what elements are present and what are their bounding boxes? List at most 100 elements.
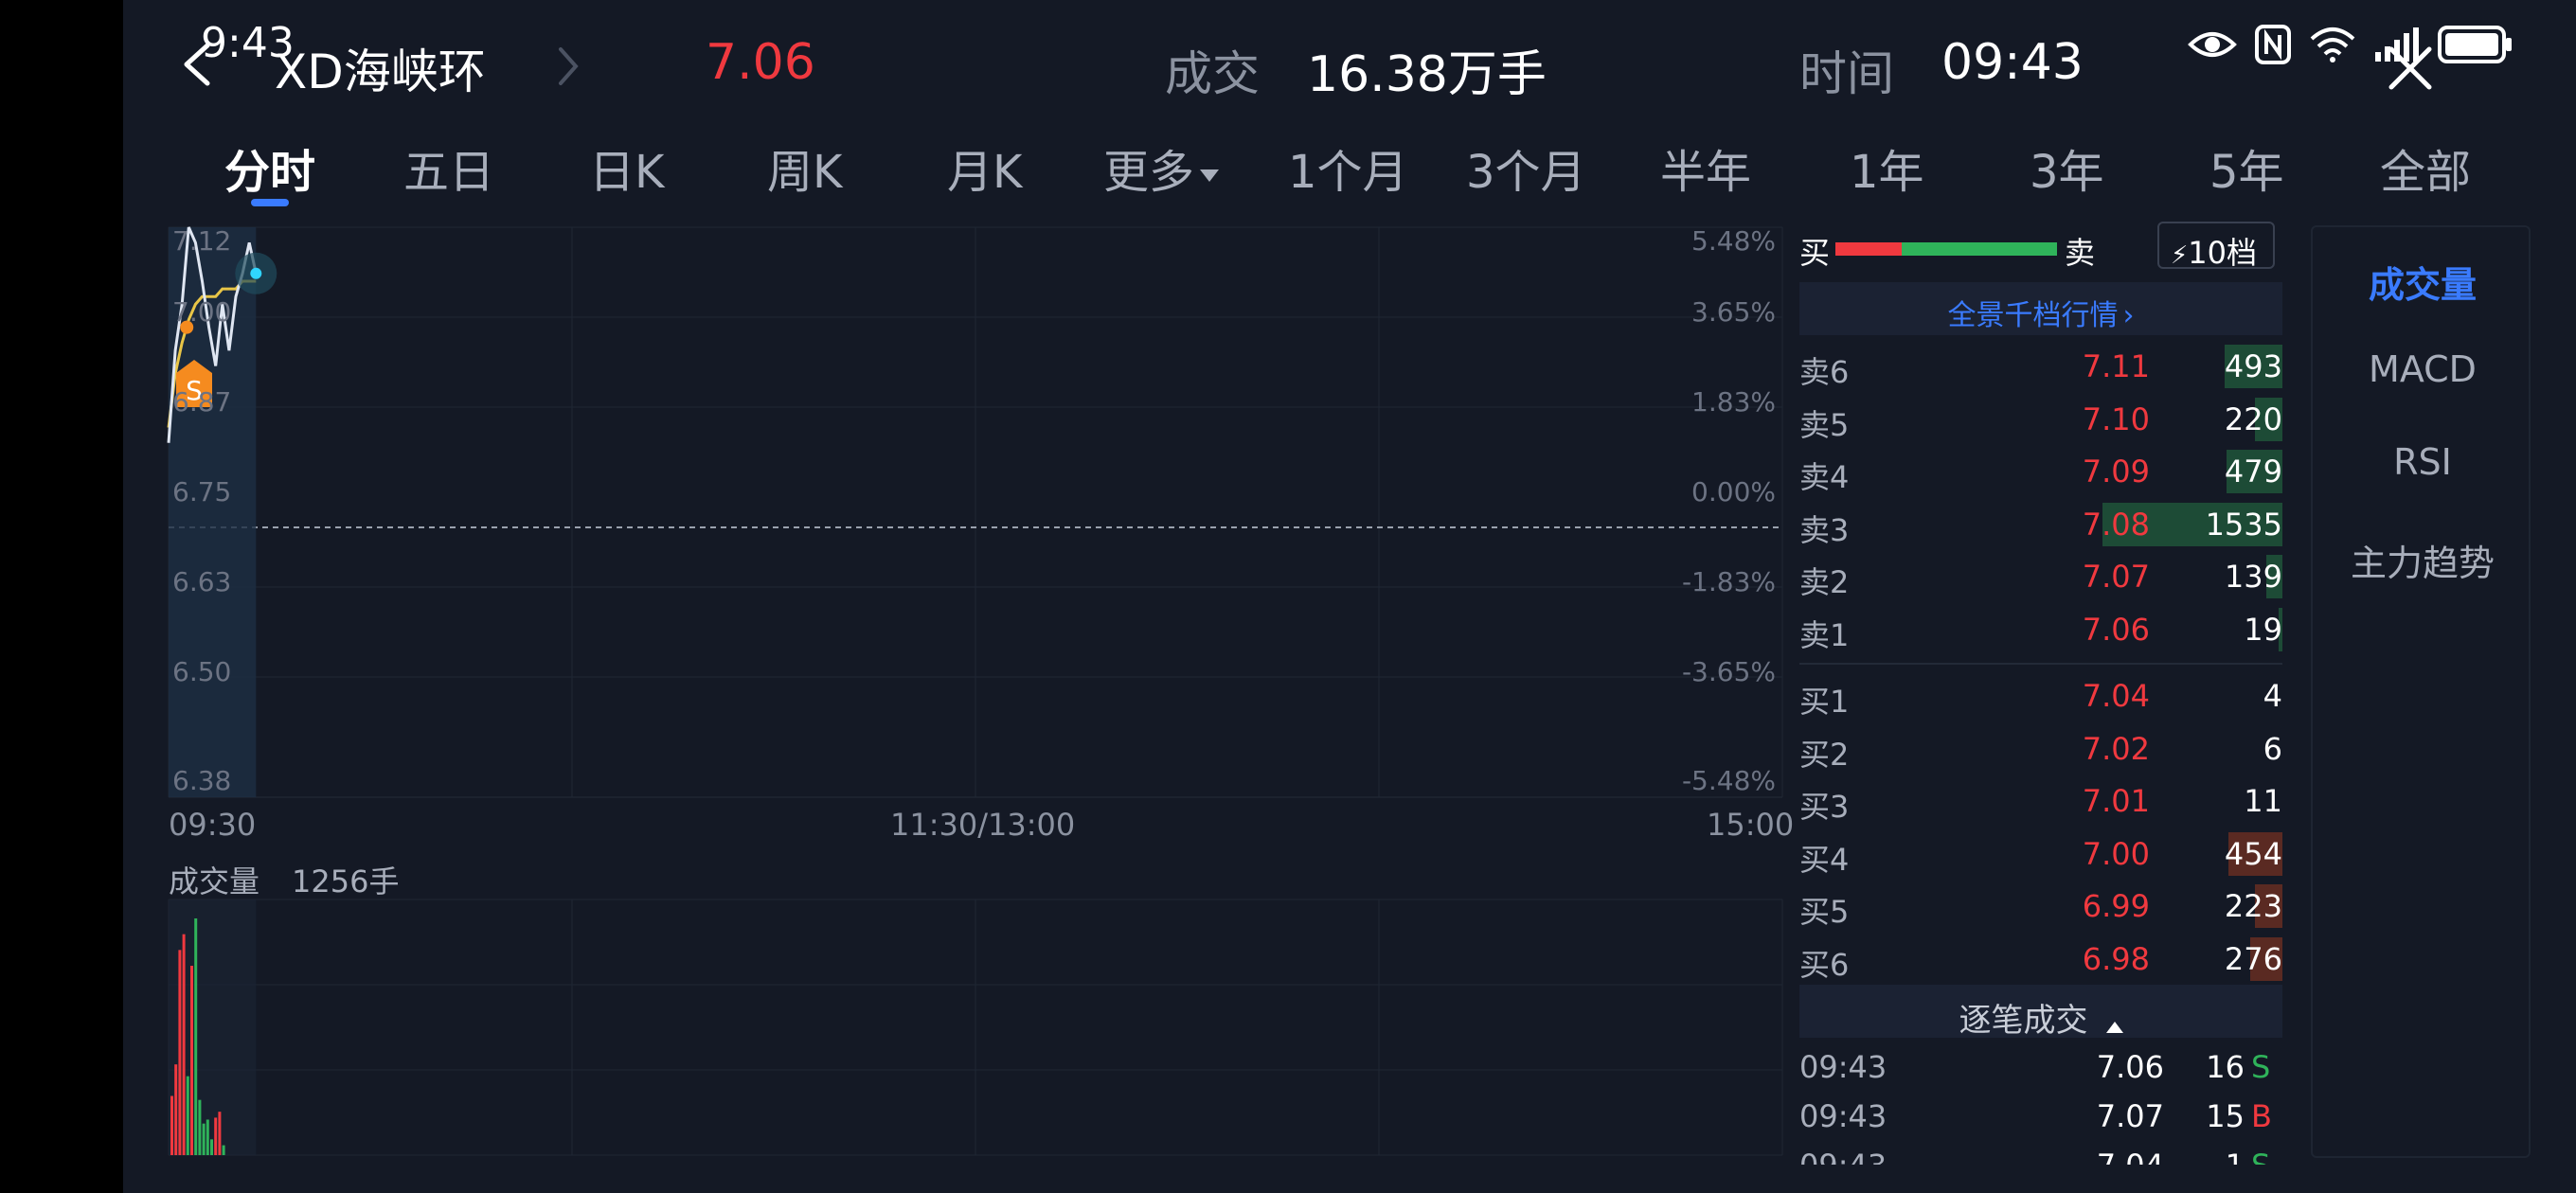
trade-row: 09:43 7.06 16 S: [1799, 1042, 2282, 1091]
ask-level-row[interactable]: 卖5 7.10 220: [1799, 394, 2282, 443]
tab-half-year[interactable]: 半年: [1660, 134, 1751, 201]
tab-more-label: 更多: [1103, 146, 1195, 199]
wifi-icon: [2310, 27, 2355, 62]
bid-level-qty: 11: [2244, 783, 2282, 819]
caret-down-icon: [1200, 169, 1220, 182]
tab-3-month[interactable]: 3个月: [1466, 134, 1586, 201]
ask-levels: 卖6 7.11 493 卖5 7.10 220 卖4 7.09 479 卖3 7.08 1535 卖2 7…: [1799, 341, 2282, 653]
indicator-volume[interactable]: 成交量: [2313, 256, 2532, 308]
ask-level-row[interactable]: 卖6 7.11 493: [1799, 341, 2282, 390]
ask-level-qty: 493: [2224, 348, 2282, 384]
battery-icon: [2438, 26, 2512, 63]
elapsed-time-shade: [169, 899, 257, 1155]
tab-3-year[interactable]: 3年: [2030, 134, 2104, 201]
y-axis-label: 7.12: [172, 225, 232, 257]
bid-level-row[interactable]: 买3 7.01 11: [1799, 775, 2282, 825]
ask-level-label: 卖5: [1799, 406, 1850, 443]
bid-level-price: 7.02: [2082, 730, 2150, 767]
bid-level-qty: 6: [2263, 730, 2282, 767]
y-axis-label: 6.38: [172, 765, 232, 796]
eye-icon: [2188, 32, 2237, 57]
trade-row: 09:43 7.07 15 B: [1799, 1091, 2282, 1140]
bid-level-label: 买4: [1799, 841, 1850, 878]
ask-level-row[interactable]: 卖1 7.06 19: [1799, 604, 2282, 653]
bid-level-label: 买2: [1799, 736, 1850, 773]
volume-bar: [198, 1099, 202, 1155]
tab-all[interactable]: 全部: [2380, 134, 2471, 201]
ask-level-label: 卖4: [1799, 459, 1850, 495]
bid-level-row[interactable]: 买2 7.02 6: [1799, 723, 2282, 773]
trades-header[interactable]: 逐笔成交: [1799, 985, 2282, 1040]
chevron-right-icon[interactable]: [549, 38, 587, 95]
bid-level-label: 买6: [1799, 946, 1850, 983]
buy-ratio-label: 买: [1799, 235, 1831, 271]
bid-level-row[interactable]: 买1 7.04 4: [1799, 670, 2282, 720]
tab-daily-k[interactable]: 日K: [589, 134, 664, 201]
depth-level-button[interactable]: ⚡10档: [2157, 222, 2275, 271]
trade-time: 09:43: [1799, 1148, 1887, 1165]
period-tabs: 分时 五日 日K 周K 月K 更多 1个月 3个月 半年 1年 3年 5年 全部: [123, 123, 2576, 218]
indicator-main-trend[interactable]: 主力趋势: [2313, 534, 2532, 586]
tab-monthly-k[interactable]: 月K: [947, 134, 1022, 201]
y-axis-percent-label: 0.00%: [1691, 476, 1776, 507]
bid-level-label: 买5: [1799, 894, 1850, 930]
bid-level-price: 7.04: [2082, 678, 2150, 714]
tab-intraday[interactable]: 分时: [224, 134, 315, 201]
ask-level-price: 7.06: [2082, 611, 2150, 648]
bid-level-row[interactable]: 买5 6.99 223: [1799, 881, 2282, 930]
trade-direction: S: [2251, 1049, 2271, 1085]
tab-more[interactable]: 更多: [1103, 134, 1220, 201]
ask-level-qty: 139: [2224, 559, 2282, 595]
bid-level-qty: 454: [2224, 835, 2282, 872]
ask-level-label: 卖2: [1799, 564, 1850, 600]
tab-five-day[interactable]: 五日: [403, 134, 494, 201]
trade-price: 7.06: [2096, 1049, 2164, 1085]
y-axis-label: 6.63: [172, 566, 232, 597]
ask-level-qty: 19: [2244, 611, 2282, 648]
y-axis-percent-label: 3.65%: [1691, 296, 1776, 328]
ask-level-price: 7.10: [2082, 401, 2150, 437]
x-axis-label: 09:30: [169, 807, 257, 843]
indicator-rsi[interactable]: RSI: [2313, 441, 2532, 483]
indicator-macd[interactable]: MACD: [2313, 348, 2532, 390]
volume-bar: [214, 1117, 218, 1155]
volume-value: 16.38万手: [1307, 46, 1547, 103]
nfc-icon: [2255, 25, 2291, 64]
ask-level-qty: 479: [2224, 454, 2282, 490]
y-axis-label: 6.87: [172, 386, 232, 418]
trade-direction: S: [2251, 1148, 2270, 1165]
time-value: 09:43: [1941, 34, 2084, 91]
trade-price: 7.07: [2096, 1098, 2164, 1134]
y-axis-label: 7.00: [172, 296, 232, 328]
tab-weekly-k[interactable]: 周K: [767, 134, 842, 201]
tab-5-year[interactable]: 5年: [2209, 134, 2284, 201]
bid-level-row[interactable]: 买6 6.98 276: [1799, 934, 2282, 983]
bid-level-price: 7.00: [2082, 835, 2150, 872]
buy-ratio-fill: [1835, 242, 1903, 256]
trade-list: 09:437.0616S09:437.0715B09:437.041S: [1799, 1042, 2282, 1165]
buy-sell-ratio-bar: [1835, 242, 2057, 256]
volume-bar: [186, 1076, 189, 1155]
ask-level-price: 7.11: [2082, 348, 2150, 384]
price-chart[interactable]: S: [123, 218, 1790, 1193]
bid-level-row[interactable]: 买4 7.00 454: [1799, 828, 2282, 878]
bid-level-label: 买1: [1799, 684, 1850, 720]
intraday-chart-area[interactable]: S 7.12 7.00 6.87 6.75 6.63 6.50 6.38 5.4…: [123, 218, 1794, 1193]
ask-level-row[interactable]: 卖3 7.08 1535: [1799, 499, 2282, 548]
ask-level-row[interactable]: 卖2 7.07 139: [1799, 551, 2282, 600]
close-icon[interactable]: [2382, 40, 2439, 97]
lightning-icon: ⚡: [2171, 241, 2189, 270]
ask-level-row[interactable]: 卖4 7.09 479: [1799, 446, 2282, 495]
ask-level-price: 7.08: [2082, 506, 2150, 543]
y-axis-percent-label: -1.83%: [1681, 566, 1776, 597]
ask-level-qty: 220: [2224, 401, 2282, 437]
tab-1-year[interactable]: 1年: [1850, 134, 1924, 201]
x-axis-label: 15:00: [1707, 807, 1795, 843]
tab-1-month[interactable]: 1个月: [1288, 134, 1408, 201]
trade-qty: 1: [2169, 1148, 2245, 1165]
stock-name[interactable]: XD海峡环: [275, 34, 486, 102]
depth-level-label: 10档: [2188, 235, 2257, 271]
full-depth-link[interactable]: 全景千档行情 ›: [1799, 282, 2282, 335]
volume-bar: [222, 1145, 225, 1155]
volume-bar: [182, 934, 186, 1155]
